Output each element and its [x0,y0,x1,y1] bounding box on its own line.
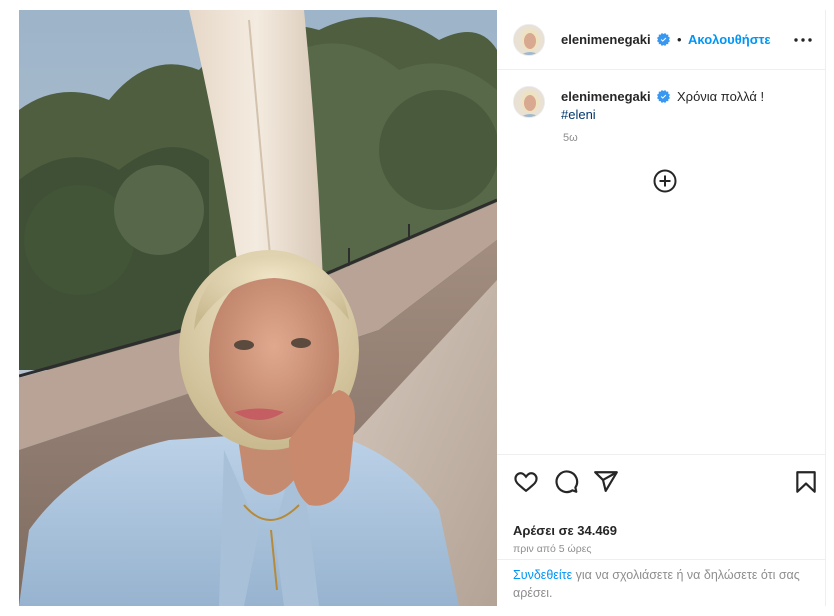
caption-text: Χρόνια πολλά ! [677,89,765,104]
caption-avatar[interactable] [513,86,545,118]
share-icon[interactable] [593,469,619,495]
avatar-image [514,87,544,117]
verified-badge-icon [657,33,670,46]
header-username[interactable]: elenimenegaki [561,32,651,47]
comment-icon[interactable] [553,469,579,495]
post-modal: elenimenegaki • Ακολουθήστε elenimenegak… [0,0,834,616]
comment-bar: Συνδεθείτε για να σχολιάσετε ή να δηλώσε… [497,559,826,607]
bookmark-icon[interactable] [793,469,819,495]
header-separator: • [677,32,682,47]
post-header: elenimenegaki • Ακολουθήστε [497,10,826,70]
avatar[interactable] [513,24,545,56]
follow-button[interactable]: Ακολουθήστε [688,32,771,47]
caption-username[interactable]: elenimenegaki [561,89,651,104]
caption-hashtag[interactable]: #eleni [561,107,596,122]
avatar-image [514,25,544,55]
heart-icon[interactable] [513,469,539,495]
post-details-panel: elenimenegaki • Ακολουθήστε elenimenegak… [497,10,826,606]
more-options-icon[interactable] [791,28,815,52]
post-time[interactable]: πριν από 5 ώρες [513,543,591,555]
like-count[interactable]: Αρέσει σε 34.469 [513,523,617,538]
login-prompt: Συνδεθείτε για να σχολιάσετε ή να δηλώσε… [513,566,813,602]
verified-badge-icon [657,90,670,103]
caption-time[interactable]: 5ω [563,132,578,144]
plus-circle-icon[interactable] [652,168,678,194]
post-photo[interactable] [19,10,497,606]
post-actions: Αρέσει σε 34.469 πριν από 5 ώρες Συνδεθε… [497,454,826,606]
selfie-image [19,10,497,606]
login-link[interactable]: Συνδεθείτε [513,568,572,582]
